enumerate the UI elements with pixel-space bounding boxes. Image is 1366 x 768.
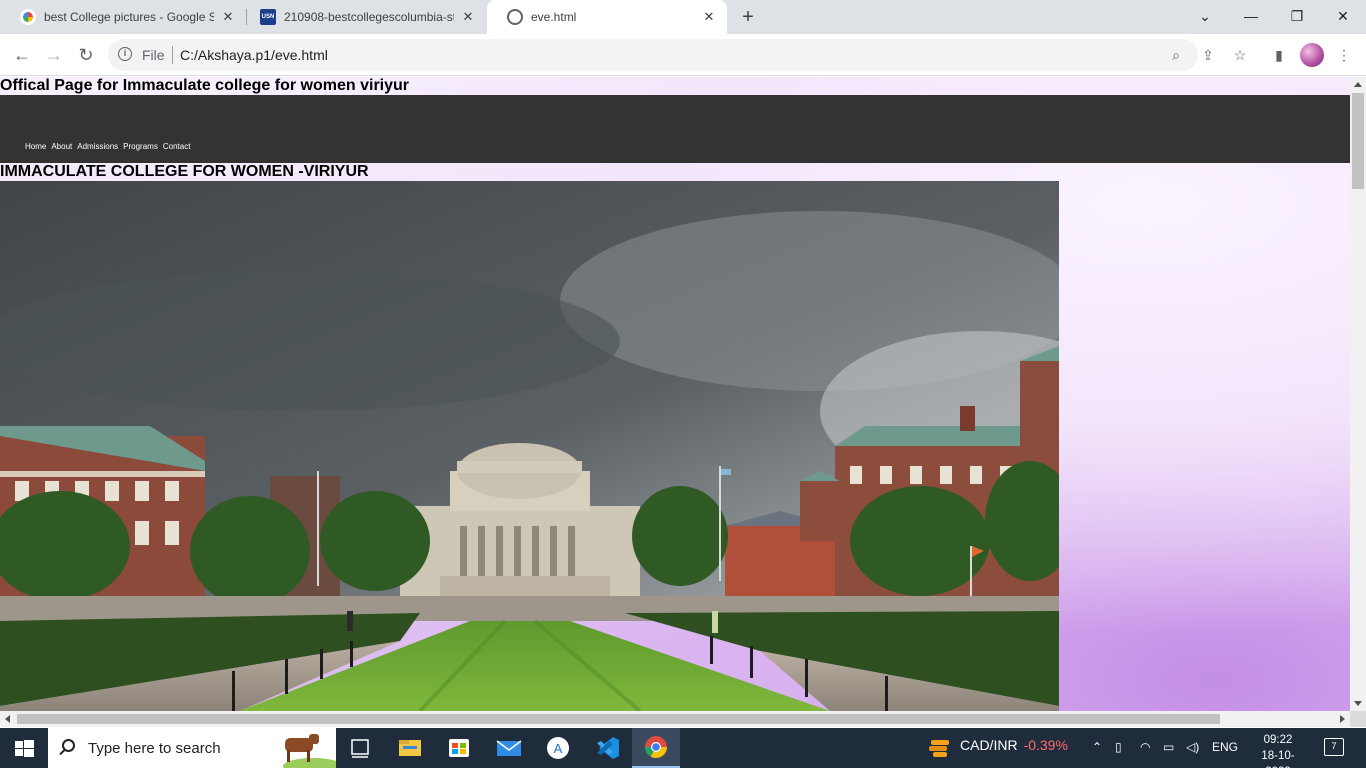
vertical-scrollbar[interactable] — [1350, 77, 1366, 711]
address-bar[interactable]: i File C:/Akshaya.p1/eve.html ⌕ — [108, 39, 1198, 71]
close-tab-icon[interactable]: ✕ — [701, 9, 717, 25]
side-panel-icon[interactable]: ▮ — [1269, 45, 1289, 65]
tab-strip: best College pictures - Google S ✕ USN 2… — [0, 0, 1366, 34]
search-icon — [62, 739, 75, 752]
reload-icon[interactable]: ↻ — [72, 41, 100, 69]
site-navbar: Home About Admissions Programs Contact — [0, 95, 1350, 163]
close-tab-icon[interactable]: ✕ — [460, 9, 476, 25]
clock-time: 09:22 — [1263, 734, 1293, 746]
scrollbar-thumb[interactable] — [17, 714, 1220, 724]
page-viewport: Offical Page for Immaculate college for … — [0, 77, 1350, 711]
file-explorer-icon[interactable] — [386, 728, 434, 768]
globe-icon — [507, 9, 523, 25]
profile-avatar[interactable] — [1300, 43, 1324, 67]
new-tab-button[interactable]: + — [737, 6, 759, 28]
nav-link-contact[interactable]: Contact — [163, 142, 191, 151]
scroll-left-icon[interactable] — [5, 715, 10, 723]
close-window-icon[interactable]: ✕ — [1320, 0, 1366, 34]
menu-kebab-icon[interactable]: ⋮ — [1334, 45, 1354, 65]
mail-icon[interactable] — [485, 728, 533, 768]
ticker-change: -0.39% — [1023, 737, 1068, 753]
college-heading: IMMACULATE COLLEGE FOR WOMEN -VIRIYUR — [0, 163, 369, 180]
close-tab-icon[interactable]: ✕ — [220, 9, 236, 25]
battery-icon[interactable]: ▭ — [1163, 740, 1174, 754]
tab-google-search[interactable]: best College pictures - Google S ✕ — [0, 0, 246, 34]
page-title: Offical Page for Immaculate college for … — [0, 77, 410, 94]
address-divider — [172, 46, 173, 64]
share-icon[interactable]: ⇪ — [1198, 45, 1218, 65]
market-ticker[interactable]: CAD/INR -0.39% — [960, 737, 1068, 753]
tab-title: 210908-bestcollegescolumbia-st — [284, 10, 454, 24]
chevron-up-icon[interactable]: ⌃ — [1092, 740, 1102, 754]
google-icon — [20, 9, 36, 25]
windows-logo-icon — [15, 740, 34, 757]
campus-photo — [0, 181, 1059, 711]
notification-count: 7 — [1331, 741, 1337, 751]
url-text[interactable]: C:/Akshaya.p1/eve.html — [180, 47, 328, 63]
market-ticker-icon — [929, 740, 949, 757]
cow-illustration-icon — [283, 734, 336, 768]
vscode-icon[interactable] — [583, 728, 631, 768]
bookmark-star-icon[interactable]: ☆ — [1230, 45, 1250, 65]
minimize-icon[interactable]: — — [1228, 0, 1274, 34]
tab-title: best College pictures - Google S — [44, 10, 214, 24]
horizontal-scrollbar[interactable] — [0, 711, 1350, 727]
usn-icon: USN — [260, 9, 276, 25]
task-view-icon[interactable] — [336, 728, 384, 768]
zoom-icon[interactable]: ⌕ — [1167, 46, 1185, 64]
taskbar-search[interactable]: Type here to search — [48, 728, 336, 768]
restore-icon[interactable]: ❐ — [1274, 0, 1320, 34]
scroll-up-icon[interactable] — [1354, 82, 1362, 87]
notification-center-icon[interactable]: 7 — [1324, 738, 1344, 756]
scrollbar-corner — [1350, 711, 1366, 727]
start-button[interactable] — [0, 728, 48, 768]
microsoft-store-icon[interactable] — [435, 728, 483, 768]
nav-link-home[interactable]: Home — [25, 142, 46, 151]
windows-taskbar: Type here to search A CAD/INR -0.39% ⌃ ▯… — [0, 728, 1366, 768]
clock-date: 18-10-2023 — [1261, 750, 1295, 768]
scrollbar-thumb[interactable] — [1352, 93, 1364, 189]
svg-text:A: A — [554, 741, 563, 756]
chrome-icon[interactable] — [632, 728, 680, 768]
app-a-icon[interactable]: A — [534, 728, 582, 768]
wifi-icon[interactable]: ◠ — [1140, 740, 1150, 754]
ticker-pair: CAD/INR — [960, 737, 1018, 753]
nav-link-programs[interactable]: Programs — [123, 142, 158, 151]
nav-link-admissions[interactable]: Admissions — [77, 142, 118, 151]
search-placeholder: Type here to search — [88, 740, 221, 757]
language-indicator[interactable]: ENG — [1212, 740, 1238, 754]
nav-menu: Home About Admissions Programs Contact — [25, 136, 190, 154]
back-arrow-icon[interactable]: ← — [8, 41, 36, 69]
system-clock[interactable]: 09:22 18-10-2023 — [1250, 732, 1306, 768]
tab-title: eve.html — [531, 10, 577, 24]
scroll-down-icon[interactable] — [1354, 701, 1362, 706]
scroll-right-icon[interactable] — [1340, 715, 1345, 723]
tab-search-chevron-icon[interactable]: ⌄ — [1182, 0, 1228, 34]
info-icon[interactable]: i — [118, 47, 132, 61]
browser-toolbar: ← → ↻ i File C:/Akshaya.p1/eve.html ⌕ ⇪ … — [0, 34, 1366, 76]
volume-icon[interactable]: ◁) — [1186, 740, 1199, 754]
forward-arrow-icon[interactable]: → — [40, 41, 68, 69]
device-icon[interactable]: ▯ — [1115, 740, 1122, 754]
nav-link-about[interactable]: About — [51, 142, 72, 151]
url-scheme: File — [142, 47, 165, 63]
tab-usn-article[interactable]: USN 210908-bestcollegescolumbia-st ✕ — [240, 0, 486, 34]
tab-eve-html[interactable]: eve.html ✕ — [487, 0, 727, 34]
